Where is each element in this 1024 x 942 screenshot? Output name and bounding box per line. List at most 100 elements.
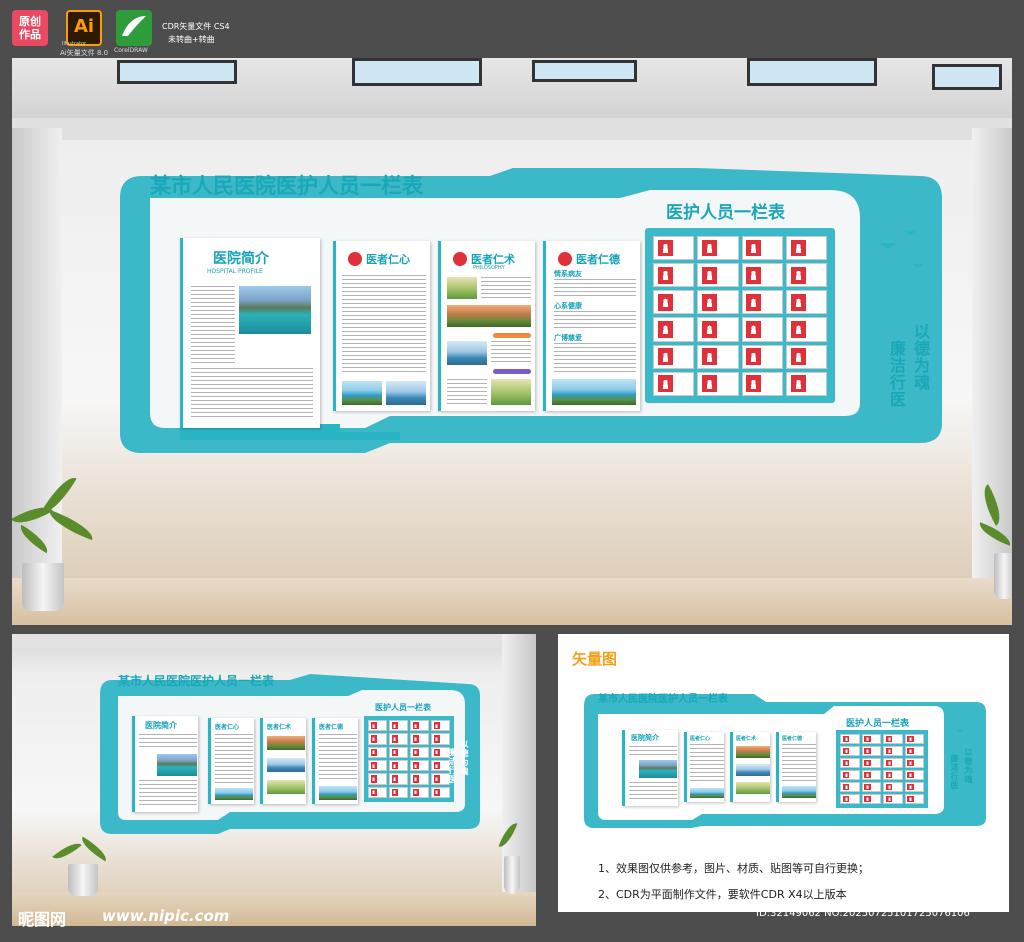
card4-title-small: 医者仁德 <box>319 724 344 731</box>
staff-photo-slot <box>785 236 827 261</box>
slogan-line1: 以德为魂 <box>911 323 930 391</box>
ceiling-light <box>932 64 1002 90</box>
board-title: 某市人民医院医护人员一栏表 <box>150 173 423 198</box>
card2-photo-small <box>215 788 253 800</box>
vector-board: 某市人民医院医护人员一栏表 医院简介 医者仁心 医者仁术 医者仁德 医护人员一栏… <box>584 688 986 828</box>
staff-photo-slot <box>785 290 827 315</box>
staff-photo-slot <box>410 759 429 772</box>
vector-staff-panel <box>836 730 928 808</box>
card4-text-small <box>319 734 357 782</box>
vector-slogan-1: 以德为魂 <box>964 748 974 784</box>
staff-photo-slot <box>431 720 450 732</box>
card4-item-2: 心系健康 <box>554 302 582 310</box>
ceiling-light <box>117 60 237 84</box>
staff-photo-slot <box>904 734 924 744</box>
staff-photo-slot <box>368 786 387 798</box>
slogan-small-1: 以德为魂 <box>460 740 470 776</box>
staff-photo-slot <box>883 794 903 804</box>
vector-card4: 医者仁德 <box>776 732 816 802</box>
staff-photo-slot <box>410 773 429 785</box>
wall-board: 某市人民医院医护人员一栏表 医院简介 HOSPITAL PROFILE 医者仁心… <box>120 168 942 453</box>
staff-photo-slot <box>389 773 408 785</box>
staff-photo-slot <box>861 734 881 744</box>
ceiling-light <box>532 60 637 82</box>
staff-photo-slot <box>389 759 408 772</box>
right-wall <box>972 128 1012 625</box>
staff-photo-slot <box>653 344 695 369</box>
virtue-icon <box>558 252 572 266</box>
ceiling-trim <box>12 118 1012 140</box>
staff-photo-slot <box>431 733 450 745</box>
staff-photo-slot <box>697 344 739 369</box>
staff-photo-slot <box>785 344 827 369</box>
card3-text-2 <box>491 341 531 365</box>
card3-text-3 <box>447 379 487 405</box>
vector-card4-photo <box>782 786 816 798</box>
card3-photo-small-2 <box>267 758 305 772</box>
vector-intro-text <box>629 746 677 758</box>
staff-photo-slot <box>840 746 860 756</box>
staff-photo-slot <box>410 733 429 745</box>
bird-icon <box>903 230 917 236</box>
vector-card3-photo-2 <box>736 764 770 776</box>
floor <box>12 892 536 926</box>
staff-photo-slot <box>368 720 387 732</box>
plant-pot <box>68 864 98 896</box>
staff-photo-slot <box>840 770 860 780</box>
image-id: ID:32149062 NO:20250725101725076106 <box>756 908 970 919</box>
vector-card3-title: 医者仁术 <box>736 736 757 742</box>
intro-subtitle: HOSPITAL PROFILE <box>207 268 263 275</box>
vector-card2-title: 医者仁心 <box>690 736 711 742</box>
staff-panel <box>645 228 835 403</box>
card2-photo-2 <box>386 381 426 405</box>
intro-photo <box>239 286 311 334</box>
intro-text-2 <box>191 368 313 420</box>
staff-photo-slot <box>741 236 783 261</box>
vector-staff-grid <box>840 734 924 804</box>
vector-card3-photo-3 <box>736 782 770 794</box>
staff-photo-slot <box>883 734 903 744</box>
vector-intro-card: 医院简介 <box>622 730 678 806</box>
staff-photo-slot <box>785 317 827 342</box>
note-2: 2、CDR为平面制作文件，要软件CDR X4以上版本 <box>598 888 847 901</box>
staff-photo-slot <box>904 770 924 780</box>
original-work-badge: 原创 作品 <box>12 10 48 46</box>
slogan-line2: 廉洁行医 <box>887 340 906 408</box>
vector-label: 矢量图 <box>572 650 618 668</box>
card4-item-1: 情系病友 <box>554 270 582 278</box>
site-url: www.nipic.com <box>102 907 230 925</box>
site-watermark: 昵图网 <box>18 910 67 929</box>
staff-photo-slot <box>904 794 924 804</box>
staff-grid <box>653 236 827 396</box>
staff-photo-slot <box>741 344 783 369</box>
staff-photo-slot <box>410 746 429 758</box>
intro-title-small: 医院简介 <box>145 721 177 730</box>
intro-card-small: 医院简介 <box>132 716 198 812</box>
card3-photo-small <box>267 736 305 750</box>
staff-photo-slot <box>410 720 429 732</box>
plant-pot <box>994 553 1012 599</box>
staff-photo-slot <box>861 758 881 768</box>
vector-card4-title: 医者仁德 <box>782 736 803 742</box>
card3-accent-orange <box>493 333 531 338</box>
bird-icon <box>912 263 924 269</box>
card3-photo-small-3 <box>267 780 305 794</box>
staff-photo-slot <box>368 759 387 772</box>
staff-photo-slot <box>368 773 387 785</box>
coreldraw-caption: CorelDRAW <box>114 47 148 54</box>
staff-photo-slot <box>741 290 783 315</box>
vector-intro-text-2 <box>629 782 677 802</box>
intro-photo-small <box>157 754 197 776</box>
card4-small: 医者仁德 <box>312 718 358 804</box>
card4-photo <box>552 379 636 405</box>
staff-photo-slot <box>697 263 739 288</box>
card3-text-1 <box>481 277 531 299</box>
staff-photo-slot <box>904 758 924 768</box>
card2-text-small <box>215 734 253 784</box>
card3-small: 医者仁术 <box>260 718 306 804</box>
staff-photo-slot <box>785 371 827 396</box>
card3-photo-3 <box>447 341 487 365</box>
vector-card2-photo <box>690 788 724 798</box>
staff-photo-slot <box>840 782 860 792</box>
vector-intro-title: 医院简介 <box>631 734 659 742</box>
